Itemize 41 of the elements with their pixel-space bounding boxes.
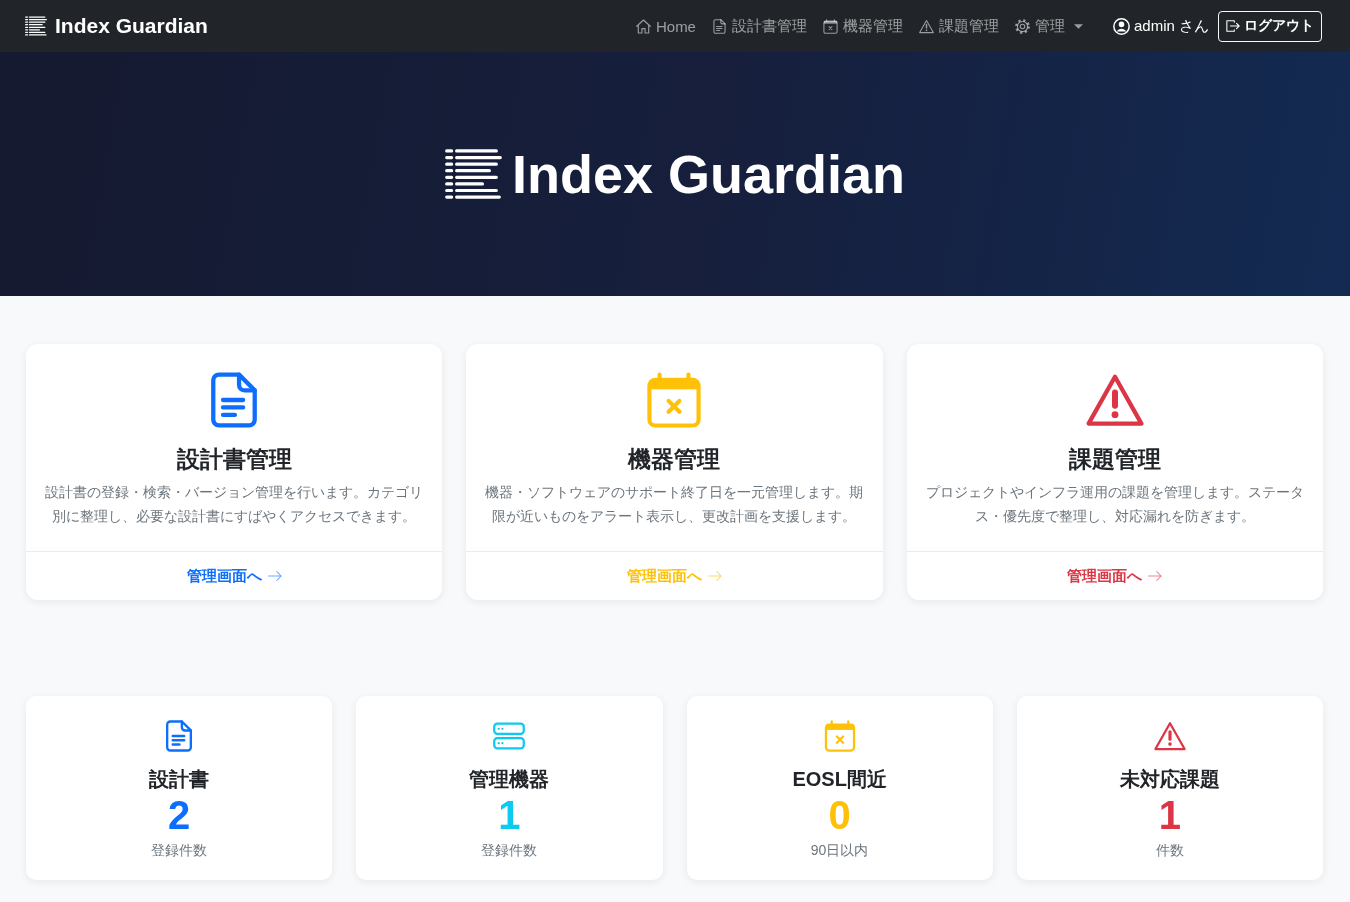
logout-icon: [1226, 20, 1240, 32]
stat-title: 未対応課題: [1119, 767, 1220, 792]
stat-caption: 件数: [1155, 841, 1184, 860]
user-avatar-icon: [1112, 17, 1130, 35]
arrow-right-icon: [708, 571, 722, 581]
nav-link[interactable]: Home: [635, 17, 696, 35]
arrow-right-icon: [1148, 571, 1163, 581]
nav-link[interactable]: 設計書管理: [711, 16, 807, 36]
calendar-x-icon: [822, 18, 838, 34]
home-icon: [635, 18, 651, 34]
card-description: 設計書の登録・検索・バージョン管理を行います。カテゴリ別に整理し、必要な設計書にすばやくアクセスできます。: [44, 483, 425, 526]
stat-title: 管理機器: [469, 767, 550, 792]
hero-title: Index Guardian: [511, 142, 906, 206]
document-icon: [711, 18, 727, 34]
logout-button[interactable]: ログアウト: [1218, 10, 1322, 42]
card-title: 設計書管理: [176, 445, 292, 474]
list-icon: [444, 149, 502, 199]
stat-title: EOSL間近: [792, 767, 887, 792]
brand-link[interactable]: Index Guardian: [25, 14, 208, 38]
manage-link[interactable]: 管理画面へ: [186, 566, 282, 586]
stat-title: 設計書: [149, 767, 210, 792]
nav-link[interactable]: 課題管理: [918, 16, 999, 36]
list-icon: [25, 16, 47, 36]
card-description: 機器・ソフトウェアのサポート終了日を一元管理します。期限が近いものをアラート表示し、更改計画を支援します。: [484, 483, 865, 526]
stat-value: 1: [498, 792, 521, 838]
card-title: 機器管理: [628, 445, 721, 474]
settings-icon: [1014, 18, 1030, 34]
user-name: admin さん: [1133, 16, 1209, 36]
stat-caption: 登録件数: [481, 841, 538, 860]
nav-link[interactable]: 管理: [1014, 16, 1083, 36]
manage-link[interactable]: 管理画面へ: [1067, 566, 1163, 586]
arrow-right-icon: [267, 571, 282, 581]
stat-value: 0: [828, 792, 851, 838]
stat-caption: 90日以内: [810, 841, 869, 860]
warning-icon: [918, 18, 934, 34]
stat-value: 1: [1158, 792, 1181, 838]
stat-caption: 登録件数: [151, 841, 208, 860]
nav-link[interactable]: 機器管理: [822, 16, 903, 36]
card-description: プロジェクトやインフラ運用の課題を管理します。ステータス・優先度で整理し、対応漏れを防ぎます。: [924, 483, 1305, 526]
card-title: 課題管理: [1068, 445, 1161, 474]
stat-value: 2: [168, 792, 191, 838]
